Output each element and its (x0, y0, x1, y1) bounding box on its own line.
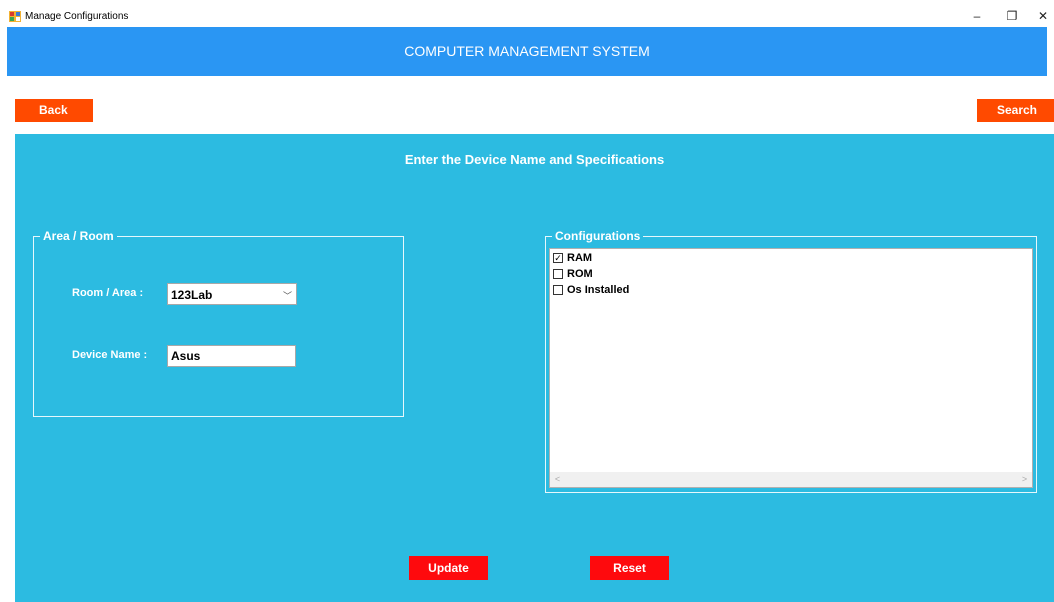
config-item-label: Os Installed (567, 284, 630, 296)
chevron-down-icon[interactable]: ﹀ (283, 289, 292, 302)
app-icon (9, 11, 21, 22)
main-panel: Enter the Device Name and Specifications… (15, 134, 1054, 602)
minimize-icon[interactable]: – (966, 6, 988, 26)
area-room-legend: Area / Room (40, 228, 117, 244)
app-header: COMPUTER MANAGEMENT SYSTEM (7, 27, 1047, 76)
room-area-label: Room / Area : (72, 287, 144, 299)
title-bar: Manage Configurations – ❐ ✕ (0, 0, 1054, 27)
panel-heading: Enter the Device Name and Specifications (404, 152, 665, 167)
scroll-right-icon[interactable]: > (1017, 472, 1032, 487)
room-area-dropdown[interactable]: 123Lab ﹀ (167, 283, 297, 305)
search-button[interactable]: Search (977, 99, 1054, 122)
reset-button[interactable]: Reset (590, 556, 669, 580)
config-item-label: ROM (567, 268, 593, 280)
configurations-group: Configurations ✓ RAM ROM Os Installed < … (545, 228, 1037, 493)
header-title: COMPUTER MANAGEMENT SYSTEM (404, 43, 650, 59)
scroll-left-icon[interactable]: < (550, 472, 565, 487)
checkbox-unchecked-icon[interactable] (553, 269, 563, 279)
checkbox-unchecked-icon[interactable] (553, 285, 563, 295)
room-area-value: 123Lab (171, 288, 213, 302)
window-title: Manage Configurations (25, 11, 129, 22)
restore-icon[interactable]: ❐ (1001, 6, 1023, 26)
checkbox-checked-icon[interactable]: ✓ (553, 253, 563, 263)
area-room-group: Area / Room Room / Area : 123Lab ﹀ Devic… (33, 228, 404, 417)
configurations-checklist[interactable]: ✓ RAM ROM Os Installed < > (549, 248, 1033, 488)
horizontal-scrollbar[interactable]: < > (550, 472, 1032, 487)
device-name-label: Device Name : (72, 349, 148, 361)
update-button[interactable]: Update (409, 556, 488, 580)
device-name-input[interactable] (167, 345, 296, 367)
back-button[interactable]: Back (15, 99, 93, 122)
config-item-ram[interactable]: ✓ RAM (553, 250, 592, 266)
close-icon[interactable]: ✕ (1032, 6, 1054, 26)
config-item-rom[interactable]: ROM (553, 266, 593, 282)
config-item-label: RAM (567, 252, 593, 264)
configurations-legend: Configurations (552, 228, 644, 244)
config-item-os-installed[interactable]: Os Installed (553, 282, 629, 298)
